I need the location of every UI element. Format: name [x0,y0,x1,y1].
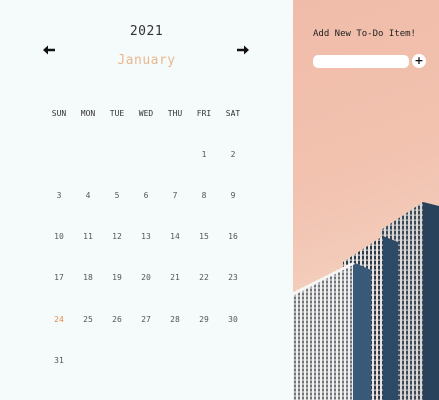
calendar-year: 2021 [129,24,164,39]
weekday-label: MON [80,109,96,118]
next-month-button[interactable] [235,42,251,58]
calendar-day[interactable]: 25 [74,315,102,324]
calendar-day[interactable]: 10 [45,232,73,241]
calendar-day[interactable]: 14 [161,232,189,241]
calendar-day[interactable]: 19 [103,273,131,282]
calendar-day[interactable]: 17 [45,273,73,282]
calendar-day[interactable]: 12 [103,232,131,241]
calendar-day[interactable]: 5 [103,191,131,200]
calendar-day[interactable]: 29 [190,315,218,324]
calendar-day[interactable]: 20 [132,273,160,282]
weekday-label: SAT [225,109,241,118]
todo-input[interactable] [313,55,409,68]
calendar-day[interactable]: 18 [74,273,102,282]
calendar-day[interactable]: 24 [45,315,73,324]
weekday-label: THU [167,109,183,118]
calendar-day[interactable]: 8 [190,191,218,200]
calendar-day[interactable]: 31 [45,356,73,365]
calendar-day[interactable]: 3 [45,191,73,200]
calendar-day[interactable]: 6 [132,191,160,200]
calendar-day[interactable]: 2 [219,150,247,159]
calendar-day[interactable]: 30 [219,315,247,324]
calendar-day[interactable]: 9 [219,191,247,200]
calendar-day[interactable]: 23 [219,273,247,282]
calendar-panel: 2021 January SUN MON TUE WED THU FRI SAT 12345… [0,0,293,400]
weekday-label: TUE [109,109,125,118]
calendar-day[interactable]: 26 [103,315,131,324]
calendar-day[interactable]: 22 [190,273,218,282]
todo-panel: Add New To-Do Item! + [293,0,439,400]
calendar-day[interactable]: 13 [132,232,160,241]
calendar-day[interactable]: 1 [190,150,218,159]
calendar-day[interactable]: 11 [74,232,102,241]
calendar-day[interactable]: 15 [190,232,218,241]
weekday-label: SUN [51,109,67,118]
calendar-day[interactable]: 21 [161,273,189,282]
todo-title: Add New To-Do Item! [313,29,416,39]
calendar-day[interactable]: 4 [74,191,102,200]
arrow-right-icon [237,45,249,55]
weekday-label: FRI [196,109,212,118]
calendar-day[interactable]: 16 [219,232,247,241]
calendar-day[interactable]: 28 [161,315,189,324]
weekday-label: WED [138,109,154,118]
add-todo-button[interactable]: + [412,54,426,68]
calendar-day[interactable]: 7 [161,191,189,200]
calendar-day[interactable]: 27 [132,315,160,324]
